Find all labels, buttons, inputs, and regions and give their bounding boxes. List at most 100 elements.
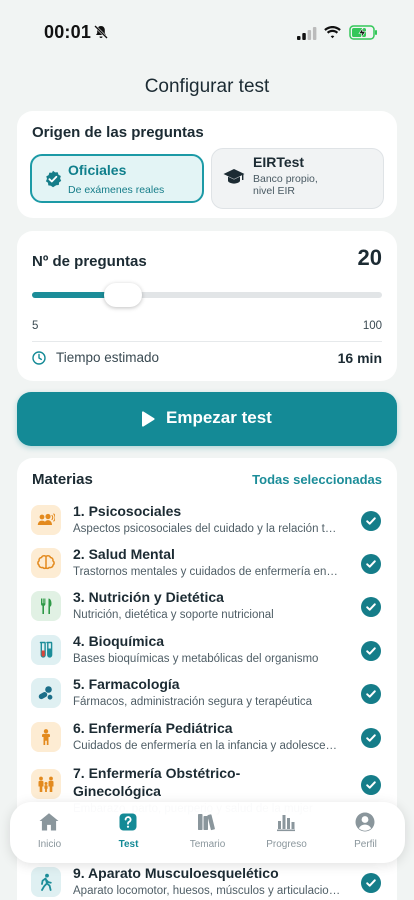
subject-name: 2. Salud Mental (73, 546, 175, 562)
subject-checkbox[interactable] (361, 511, 381, 531)
checkmark-icon (366, 734, 376, 742)
subject-name: 4. Bioquímica (73, 633, 165, 649)
checkmark-icon (366, 647, 376, 655)
checkmark-icon (366, 690, 376, 698)
question-count-value: 20 (357, 245, 382, 270)
subject-description: Trastornos mentales y cuidados de enferm… (73, 566, 341, 578)
subject-name: 6. Enfermería Pediátrica (73, 720, 233, 736)
origin-card: Origen de las preguntas Oficiales De exá… (17, 111, 397, 218)
checkmark-icon (366, 781, 376, 789)
subject-list-continuation: 9. Aparato Musculoesquelético Aparato loc… (17, 862, 397, 900)
walking-icon (41, 873, 52, 891)
question-slider-thumb[interactable] (103, 283, 142, 307)
books-icon (198, 814, 215, 831)
slider-min-label: 5 (32, 320, 39, 332)
bar-chart-icon (277, 815, 295, 832)
checkmark-icon (366, 560, 376, 568)
origin-option-eirtest[interactable]: EIRTest Banco propio, nivel EIR (211, 148, 384, 209)
origin-option-oficiales[interactable]: Oficiales De exámenes reales (30, 154, 204, 203)
question-count-label: Nº de preguntas (32, 253, 147, 270)
tab-label: Temario (189, 839, 226, 850)
subject-description: Nutrición, dietética y soporte nutricion… (73, 609, 274, 621)
page-title: Configurar test (144, 76, 270, 97)
tab-label: Test (118, 839, 139, 850)
option-label: Oficiales (68, 162, 127, 178)
subject-description: Fármacos, administración segura y terapé… (73, 696, 313, 708)
pills-icon (38, 686, 53, 700)
subject-icon-badge (31, 722, 61, 752)
tab-inicio[interactable]: Inicio (10, 802, 89, 863)
battery-charging-icon (349, 25, 377, 40)
check-badge-icon (45, 170, 62, 188)
slider-max-label: 100 (362, 320, 382, 332)
tab-temario[interactable]: Temario (168, 802, 247, 863)
play-icon (142, 411, 155, 427)
subject-checkbox[interactable] (361, 684, 381, 704)
fork-knife-icon (41, 598, 52, 614)
subject-checkbox[interactable] (361, 728, 381, 748)
estimated-time-label: Tiempo estimado (56, 350, 160, 365)
test-tubes-icon (39, 641, 53, 658)
subject-description: Bases bioquímicas y metabólicas del orga… (73, 653, 319, 665)
tab-test[interactable]: Test (89, 802, 168, 863)
subject-icon-badge (31, 769, 61, 799)
brain-icon (37, 554, 55, 570)
subjects-title: Materias (32, 471, 93, 488)
tab-label: Progreso (266, 839, 307, 850)
subject-checkbox[interactable] (361, 873, 381, 893)
tab-progreso[interactable]: Progreso (247, 802, 326, 863)
start-test-label: Empezar test (166, 408, 272, 427)
subject-row[interactable]: 1. Psicosociales Aspectos psicosociales d… (17, 503, 397, 546)
subject-checkbox[interactable] (361, 641, 381, 661)
subject-description: Cuidados de enfermería en la infancia y … (73, 740, 341, 752)
graduation-cap-icon (223, 169, 245, 184)
home-icon (39, 813, 59, 831)
subject-checkbox[interactable] (361, 554, 381, 574)
status-bar: 00:01 (0, 0, 414, 54)
subject-name: 1. Psicosociales (73, 503, 182, 519)
question-slider-track[interactable] (32, 292, 382, 298)
select-all-link[interactable]: Todas seleccionadas (252, 472, 382, 487)
signal-icon (297, 27, 317, 40)
people-icon (37, 513, 55, 525)
subject-icon-badge (31, 505, 61, 535)
subject-icon-badge (31, 591, 61, 621)
wifi-icon (324, 26, 341, 39)
subject-checkbox[interactable] (361, 775, 381, 795)
tab-label: Perfil (354, 839, 377, 850)
subject-row[interactable]: 3. Nutrición y Dietética Nutrición, dieté… (17, 589, 397, 632)
status-time: 00:01 (44, 22, 92, 42)
origin-title: Origen de las preguntas (32, 124, 204, 141)
subject-icon-badge (31, 867, 61, 897)
checkmark-icon (366, 517, 376, 525)
subject-name: 3. Nutrición y Dietética (73, 589, 224, 605)
subject-description: Aspectos psicosociales del cuidado y la … (73, 523, 341, 535)
user-icon (355, 812, 375, 832)
subject-row[interactable]: 2. Salud Mental Trastornos mentales y cui… (17, 546, 397, 589)
subject-name: 9. Aparato Musculoesquelético (73, 865, 279, 881)
subject-icon-badge (31, 678, 61, 708)
child-icon (42, 729, 50, 745)
estimated-time-value: 16 min (337, 350, 382, 366)
question-icon (119, 813, 137, 831)
subject-icon-badge (31, 635, 61, 665)
bell-slash-icon (94, 25, 108, 39)
clock-icon (32, 351, 46, 365)
family-icon (38, 776, 54, 792)
subject-icon-badge (31, 548, 61, 578)
checkmark-icon (366, 603, 376, 611)
tab-bar: Inicio Test Temario Progreso Perfil (10, 802, 405, 863)
subject-checkbox[interactable] (361, 597, 381, 617)
checkmark-icon (366, 879, 376, 887)
subject-row[interactable]: 6. Enfermería Pediátrica Cuidados de enfe… (17, 720, 397, 763)
subject-name: 5. Farmacología (73, 676, 180, 692)
start-test-button[interactable]: Empezar test (17, 392, 397, 446)
tab-perfil[interactable]: Perfil (326, 802, 405, 863)
divider (32, 341, 382, 342)
option-subtitle: Banco propio, nivel EIR (253, 173, 318, 197)
subject-row[interactable]: 4. Bioquímica Bases bioquímicas y metaból… (17, 633, 397, 676)
subject-row[interactable]: 5. Farmacología Fármacos, administración … (17, 676, 397, 719)
subject-row[interactable]: 9. Aparato Musculoesquelético Aparato loc… (17, 865, 397, 900)
tab-label: Inicio (37, 839, 62, 850)
subject-description: Aparato locomotor, huesos, músculos y ar… (73, 885, 341, 897)
